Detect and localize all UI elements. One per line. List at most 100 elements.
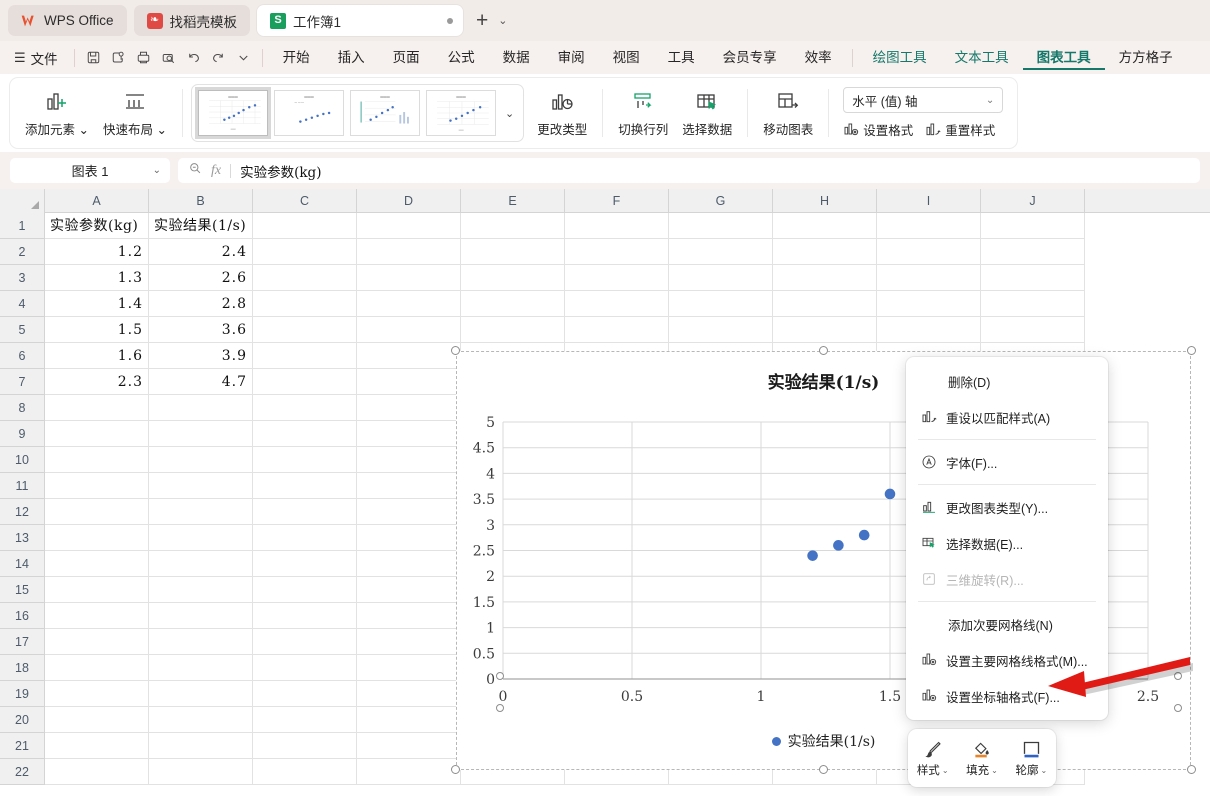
cell-C22[interactable] — [253, 759, 357, 785]
cell-A15[interactable] — [45, 577, 149, 603]
cell-F5[interactable] — [565, 317, 669, 343]
context-menu-item-0[interactable]: 删除(D) — [906, 363, 1108, 399]
context-menu-item-11[interactable]: 设置坐标轴格式(F)... — [906, 678, 1108, 714]
cell-H3[interactable] — [773, 265, 877, 291]
cell-B20[interactable] — [149, 707, 253, 733]
cell-A16[interactable] — [45, 603, 149, 629]
cell-D17[interactable] — [357, 629, 461, 655]
tab-find-template[interactable]: ❧ 找稻壳模板 — [133, 5, 251, 36]
cell-D5[interactable] — [357, 317, 461, 343]
chart-resize-handle-ne[interactable] — [1187, 346, 1196, 355]
menu-item-drawing-tools[interactable]: 绘图工具 — [859, 46, 941, 70]
cell-A21[interactable] — [45, 733, 149, 759]
row-header-22[interactable]: 22 — [0, 759, 45, 785]
row-header-9[interactable]: 9 — [0, 421, 45, 447]
row-header-17[interactable]: 17 — [0, 629, 45, 655]
row-header-11[interactable]: 11 — [0, 473, 45, 499]
save-as-icon[interactable] — [106, 47, 131, 69]
cell-B18[interactable] — [149, 655, 253, 681]
cell-B8[interactable] — [149, 395, 253, 421]
cell-B14[interactable] — [149, 551, 253, 577]
print-preview-icon[interactable] — [156, 47, 181, 69]
cell-B19[interactable] — [149, 681, 253, 707]
cell-H1[interactable] — [773, 213, 877, 239]
cell-D7[interactable] — [357, 369, 461, 395]
row-header-2[interactable]: 2 — [0, 239, 45, 265]
row-header-18[interactable]: 18 — [0, 655, 45, 681]
chart-style-thumb-2[interactable]: ▬▬▬ ▪▪▪ ▪▪▪ ▪▪▪ — [273, 90, 344, 136]
cell-B3[interactable]: 2.6 — [149, 265, 253, 291]
menu-item-review[interactable]: 审阅 — [544, 46, 599, 70]
cell-A14[interactable] — [45, 551, 149, 577]
add-element-button[interactable]: 添加元素 ⌄ — [18, 81, 96, 145]
cell-G3[interactable] — [669, 265, 773, 291]
cell-A20[interactable] — [45, 707, 149, 733]
menu-item-fangfang-grid[interactable]: 方方格子 — [1105, 46, 1187, 70]
cell-F4[interactable] — [565, 291, 669, 317]
cell-A1[interactable]: 实验参数(kg) — [45, 213, 149, 239]
cell-D3[interactable] — [357, 265, 461, 291]
cell-C15[interactable] — [253, 577, 357, 603]
cell-J4[interactable] — [981, 291, 1085, 317]
row-header-3[interactable]: 3 — [0, 265, 45, 291]
cell-E5[interactable] — [461, 317, 565, 343]
cell-G1[interactable] — [669, 213, 773, 239]
fill-button[interactable]: 填充 ⌄ — [966, 738, 998, 778]
cell-D6[interactable] — [357, 343, 461, 369]
save-icon[interactable] — [81, 47, 106, 69]
column-header-e[interactable]: E — [461, 189, 565, 213]
cell-H5[interactable] — [773, 317, 877, 343]
cell-J2[interactable] — [981, 239, 1085, 265]
menu-item-data[interactable]: 数据 — [489, 46, 544, 70]
cell-A18[interactable] — [45, 655, 149, 681]
cell-E3[interactable] — [461, 265, 565, 291]
cell-D11[interactable] — [357, 473, 461, 499]
menu-item-start[interactable]: 开始 — [269, 46, 324, 70]
quick-layout-button[interactable]: 快速布局 ⌄ — [96, 81, 174, 145]
cell-D13[interactable] — [357, 525, 461, 551]
cell-B1[interactable]: 实验结果(1/s) — [149, 213, 253, 239]
column-header-d[interactable]: D — [357, 189, 461, 213]
tab-wps-office[interactable]: WPS Office — [8, 5, 127, 36]
cell-C3[interactable] — [253, 265, 357, 291]
cell-C20[interactable] — [253, 707, 357, 733]
gallery-more-button[interactable]: ⌄ — [502, 107, 517, 120]
menu-item-tools[interactable]: 工具 — [654, 46, 709, 70]
cell-B11[interactable] — [149, 473, 253, 499]
context-menu-item-6[interactable]: 选择数据(E)... — [906, 525, 1108, 561]
context-menu-item-1[interactable]: 重设以匹配样式(A) — [906, 399, 1108, 435]
cell-C14[interactable] — [253, 551, 357, 577]
data-point[interactable] — [858, 529, 870, 541]
tab-list-caret-icon[interactable]: ⌄ — [494, 14, 511, 27]
row-header-1[interactable]: 1 — [0, 213, 45, 239]
menu-item-formula[interactable]: 公式 — [434, 46, 489, 70]
row-header-5[interactable]: 5 — [0, 317, 45, 343]
cell-B10[interactable] — [149, 447, 253, 473]
cell-A12[interactable] — [45, 499, 149, 525]
cell-D22[interactable] — [357, 759, 461, 785]
select-all-corner[interactable] — [0, 189, 45, 213]
cell-D14[interactable] — [357, 551, 461, 577]
cell-B21[interactable] — [149, 733, 253, 759]
cell-C4[interactable] — [253, 291, 357, 317]
cell-I5[interactable] — [877, 317, 981, 343]
cell-A19[interactable] — [45, 681, 149, 707]
cell-A8[interactable] — [45, 395, 149, 421]
menu-item-page[interactable]: 页面 — [379, 46, 434, 70]
cell-B7[interactable]: 4.7 — [149, 369, 253, 395]
cell-A4[interactable]: 1.4 — [45, 291, 149, 317]
cell-F2[interactable] — [565, 239, 669, 265]
file-menu-button[interactable]: ☰ 文件 — [0, 48, 68, 68]
chart-style-thumb-4[interactable]: ▬▬▬ ▪▪▪▪▪ — [425, 90, 496, 136]
move-chart-button[interactable]: 移动图表 — [756, 81, 820, 145]
cell-C19[interactable] — [253, 681, 357, 707]
cell-D1[interactable] — [357, 213, 461, 239]
cell-B15[interactable] — [149, 577, 253, 603]
menu-item-efficiency[interactable]: 效率 — [791, 46, 846, 70]
cell-A3[interactable]: 1.3 — [45, 265, 149, 291]
redo-icon[interactable] — [206, 47, 231, 69]
column-header-b[interactable]: B — [149, 189, 253, 213]
outline-button[interactable]: 轮廓 ⌄ — [1015, 738, 1047, 778]
cell-D15[interactable] — [357, 577, 461, 603]
row-header-15[interactable]: 15 — [0, 577, 45, 603]
